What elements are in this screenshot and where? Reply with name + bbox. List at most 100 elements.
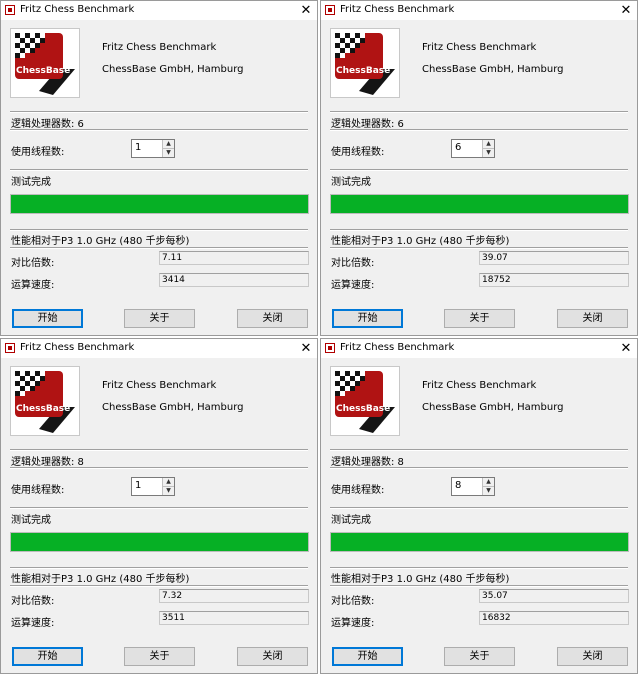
product-name: Fritz Chess Benchmark bbox=[422, 380, 537, 391]
chessbase-logo: ChessBase bbox=[330, 28, 400, 98]
separator bbox=[10, 585, 308, 587]
close-button[interactable]: 关闭 bbox=[237, 309, 308, 328]
speed-label: 运算速度: bbox=[331, 280, 375, 291]
logical-processors-label: 逻辑处理器数: 6 bbox=[11, 119, 84, 130]
speed-field: 18752 bbox=[479, 273, 629, 287]
app-icon bbox=[5, 343, 15, 353]
stepper-buttons: ▲ ▼ bbox=[162, 478, 174, 495]
separator bbox=[330, 467, 628, 469]
close-icon[interactable]: ✕ bbox=[297, 2, 315, 19]
status-label: 测试完成 bbox=[11, 177, 51, 188]
performance-label: 性能相对于P3 1.0 GHz (480 千步每秒) bbox=[331, 574, 510, 585]
separator bbox=[10, 449, 308, 451]
separator bbox=[330, 247, 628, 249]
ratio-value: 7.11 bbox=[162, 253, 183, 263]
about-button[interactable]: 关于 bbox=[124, 309, 195, 328]
performance-label: 性能相对于P3 1.0 GHz (480 千步每秒) bbox=[331, 236, 510, 247]
separator bbox=[330, 585, 628, 587]
progress-bar bbox=[10, 532, 309, 552]
benchmark-window: Fritz Chess Benchmark ✕ ChessBase Fritz bbox=[0, 338, 318, 674]
logical-processors-label: 逻辑处理器数: 8 bbox=[331, 457, 404, 468]
start-button[interactable]: 开始 bbox=[332, 309, 403, 328]
performance-label: 性能相对于P3 1.0 GHz (480 千步每秒) bbox=[11, 236, 190, 247]
chevron-up-icon[interactable]: ▲ bbox=[483, 478, 494, 487]
chessbase-logo-graphic bbox=[15, 33, 75, 95]
speed-value: 16832 bbox=[482, 613, 511, 623]
chessbase-logo: ChessBase bbox=[330, 366, 400, 436]
close-button[interactable]: 关闭 bbox=[557, 647, 628, 666]
company-name: ChessBase GmbH, Hamburg bbox=[422, 402, 564, 413]
close-icon[interactable]: ✕ bbox=[617, 2, 635, 19]
start-button[interactable]: 开始 bbox=[12, 309, 83, 328]
logo-text: ChessBase bbox=[16, 66, 71, 76]
threads-stepper[interactable]: 8 ▲ ▼ bbox=[451, 477, 495, 496]
ratio-value: 39.07 bbox=[482, 253, 508, 263]
chevron-down-icon[interactable]: ▼ bbox=[483, 149, 494, 157]
status-label: 测试完成 bbox=[11, 515, 51, 526]
ratio-value: 7.32 bbox=[162, 591, 183, 601]
progress-fill bbox=[331, 533, 628, 551]
chevron-down-icon[interactable]: ▼ bbox=[163, 487, 174, 495]
speed-label: 运算速度: bbox=[331, 618, 375, 629]
chessbase-logo-graphic bbox=[15, 371, 75, 433]
company-name: ChessBase GmbH, Hamburg bbox=[422, 64, 564, 75]
speed-label: 运算速度: bbox=[11, 280, 55, 291]
separator bbox=[330, 507, 628, 509]
speed-field: 3414 bbox=[159, 273, 309, 287]
speed-label: 运算速度: bbox=[11, 618, 55, 629]
separator bbox=[10, 229, 308, 231]
about-button[interactable]: 关于 bbox=[124, 647, 195, 666]
logo-text: ChessBase bbox=[336, 404, 391, 414]
threads-value[interactable]: 8 bbox=[455, 480, 461, 491]
window-title: Fritz Chess Benchmark bbox=[340, 4, 455, 15]
threads-stepper[interactable]: 6 ▲ ▼ bbox=[451, 139, 495, 158]
status-label: 测试完成 bbox=[331, 515, 371, 526]
threads-label: 使用线程数: bbox=[331, 485, 385, 496]
close-icon[interactable]: ✕ bbox=[617, 340, 635, 357]
stepper-buttons: ▲ ▼ bbox=[162, 140, 174, 157]
threads-label: 使用线程数: bbox=[11, 147, 65, 158]
benchmark-window: Fritz Chess Benchmark ✕ ChessBase Fritz bbox=[320, 338, 638, 674]
chevron-up-icon[interactable]: ▲ bbox=[483, 140, 494, 149]
title-bar[interactable]: Fritz Chess Benchmark ✕ bbox=[321, 1, 637, 20]
separator bbox=[10, 567, 308, 569]
stepper-buttons: ▲ ▼ bbox=[482, 140, 494, 157]
separator bbox=[330, 449, 628, 451]
separator bbox=[10, 467, 308, 469]
start-button[interactable]: 开始 bbox=[12, 647, 83, 666]
title-bar[interactable]: Fritz Chess Benchmark ✕ bbox=[1, 1, 317, 20]
ratio-field: 39.07 bbox=[479, 251, 629, 265]
product-name: Fritz Chess Benchmark bbox=[422, 42, 537, 53]
speed-field: 16832 bbox=[479, 611, 629, 625]
chevron-up-icon[interactable]: ▲ bbox=[163, 140, 174, 149]
performance-label: 性能相对于P3 1.0 GHz (480 千步每秒) bbox=[11, 574, 190, 585]
product-name: Fritz Chess Benchmark bbox=[102, 380, 217, 391]
logical-processors-label: 逻辑处理器数: 6 bbox=[331, 119, 404, 130]
app-icon bbox=[5, 5, 15, 15]
logo-text: ChessBase bbox=[16, 404, 71, 414]
start-button[interactable]: 开始 bbox=[332, 647, 403, 666]
threads-value[interactable]: 1 bbox=[135, 142, 141, 153]
ratio-field: 7.11 bbox=[159, 251, 309, 265]
threads-stepper[interactable]: 1 ▲ ▼ bbox=[131, 477, 175, 496]
threads-value[interactable]: 1 bbox=[135, 480, 141, 491]
about-button[interactable]: 关于 bbox=[444, 309, 515, 328]
progress-bar bbox=[330, 194, 629, 214]
title-bar[interactable]: Fritz Chess Benchmark ✕ bbox=[321, 339, 637, 358]
progress-fill bbox=[11, 533, 308, 551]
close-button[interactable]: 关闭 bbox=[557, 309, 628, 328]
close-icon[interactable]: ✕ bbox=[297, 340, 315, 357]
close-button[interactable]: 关闭 bbox=[237, 647, 308, 666]
progress-bar bbox=[10, 194, 309, 214]
title-bar[interactable]: Fritz Chess Benchmark ✕ bbox=[1, 339, 317, 358]
threads-value[interactable]: 6 bbox=[455, 142, 461, 153]
chevron-down-icon[interactable]: ▼ bbox=[163, 149, 174, 157]
about-button[interactable]: 关于 bbox=[444, 647, 515, 666]
chevron-up-icon[interactable]: ▲ bbox=[163, 478, 174, 487]
separator bbox=[330, 229, 628, 231]
separator bbox=[10, 169, 308, 171]
threads-stepper[interactable]: 1 ▲ ▼ bbox=[131, 139, 175, 158]
chevron-down-icon[interactable]: ▼ bbox=[483, 487, 494, 495]
progress-fill bbox=[331, 195, 628, 213]
window-title: Fritz Chess Benchmark bbox=[340, 342, 455, 353]
